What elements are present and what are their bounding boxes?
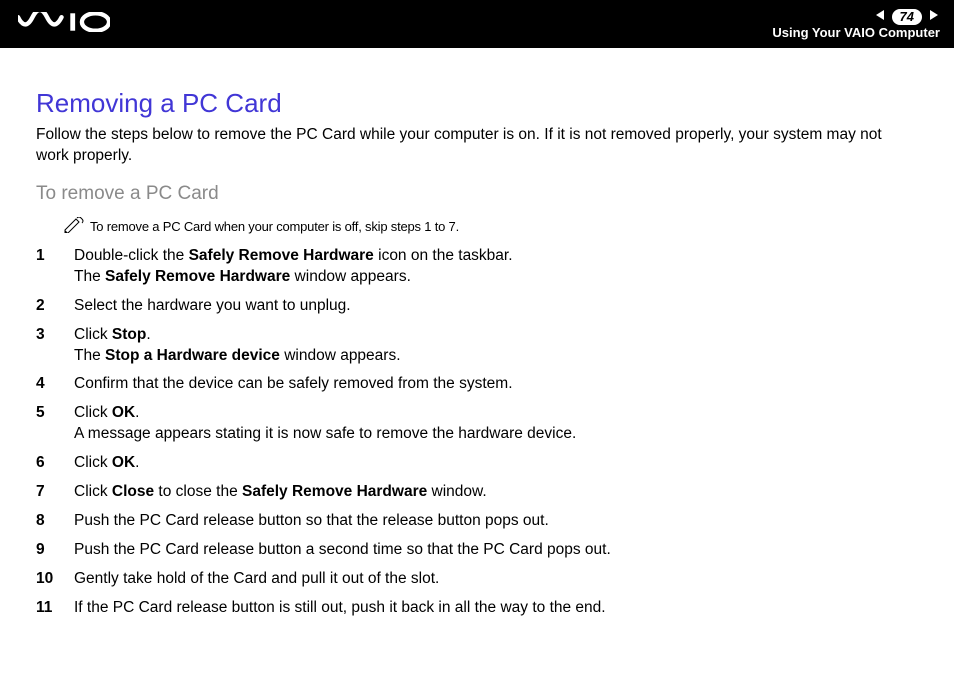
step-text: Confirm that the device can be safely re… [74, 374, 918, 395]
step-number: 9 [36, 540, 60, 561]
step-text: Click OK.A message appears stating it is… [74, 403, 918, 445]
header-right: 74 Using Your VAIO Computer [772, 8, 940, 41]
step-text: If the PC Card release button is still o… [74, 598, 918, 619]
step-text: Push the PC Card release button a second… [74, 540, 918, 561]
step-item: 8 Push the PC Card release button so that… [36, 511, 918, 532]
steps-list: 1 Double-click the Safely Remove Hardware… [36, 246, 918, 619]
step-number: 6 [36, 453, 60, 474]
note-text: To remove a PC Card when your computer i… [90, 219, 459, 234]
page-title: Removing a PC Card [36, 88, 918, 119]
step-number: 8 [36, 511, 60, 532]
page-nav: 74 [772, 8, 940, 27]
vaio-logo-icon [18, 12, 110, 37]
step-number: 7 [36, 482, 60, 503]
step-number: 2 [36, 296, 60, 317]
step-text: Gently take hold of the Card and pull it… [74, 569, 918, 590]
step-text: Click OK. [74, 453, 918, 474]
note-pencil-icon [64, 217, 84, 236]
step-number: 3 [36, 325, 60, 346]
step-item: 9 Push the PC Card release button a secon… [36, 540, 918, 561]
step-item: 4 Confirm that the device can be safely r… [36, 374, 918, 395]
page-content: Removing a PC Card Follow the steps belo… [0, 48, 954, 647]
step-text: Select the hardware you want to unplug. [74, 296, 918, 317]
step-text: Click Stop.The Stop a Hardware device wi… [74, 325, 918, 367]
step-text: Click Close to close the Safely Remove H… [74, 482, 918, 503]
step-item: 6 Click OK. [36, 453, 918, 474]
step-item: 2 Select the hardware you want to unplug. [36, 296, 918, 317]
subheading: To remove a PC Card [36, 183, 918, 205]
step-number: 11 [36, 598, 60, 619]
note: To remove a PC Card when your computer i… [64, 219, 918, 236]
intro-paragraph: Follow the steps below to remove the PC … [36, 125, 918, 167]
step-item: 11 If the PC Card release button is still… [36, 598, 918, 619]
step-item: 3 Click Stop.The Stop a Hardware device w… [36, 325, 918, 367]
step-number: 4 [36, 374, 60, 395]
prev-page-arrow-icon[interactable] [874, 8, 888, 27]
step-number: 5 [36, 403, 60, 424]
step-item: 10 Gently take hold of the Card and pull … [36, 569, 918, 590]
step-item: 5 Click OK.A message appears stating it i… [36, 403, 918, 445]
header-bar: 74 Using Your VAIO Computer [0, 0, 954, 48]
step-item: 7 Click Close to close the Safely Remove … [36, 482, 918, 503]
step-text: Push the PC Card release button so that … [74, 511, 918, 532]
step-text: Double-click the Safely Remove Hardware … [74, 246, 918, 288]
step-number: 1 [36, 246, 60, 267]
section-label: Using Your VAIO Computer [772, 26, 940, 40]
step-number: 10 [36, 569, 60, 590]
page-number-badge: 74 [892, 9, 922, 25]
next-page-arrow-icon[interactable] [926, 8, 940, 27]
step-item: 1 Double-click the Safely Remove Hardware… [36, 246, 918, 288]
